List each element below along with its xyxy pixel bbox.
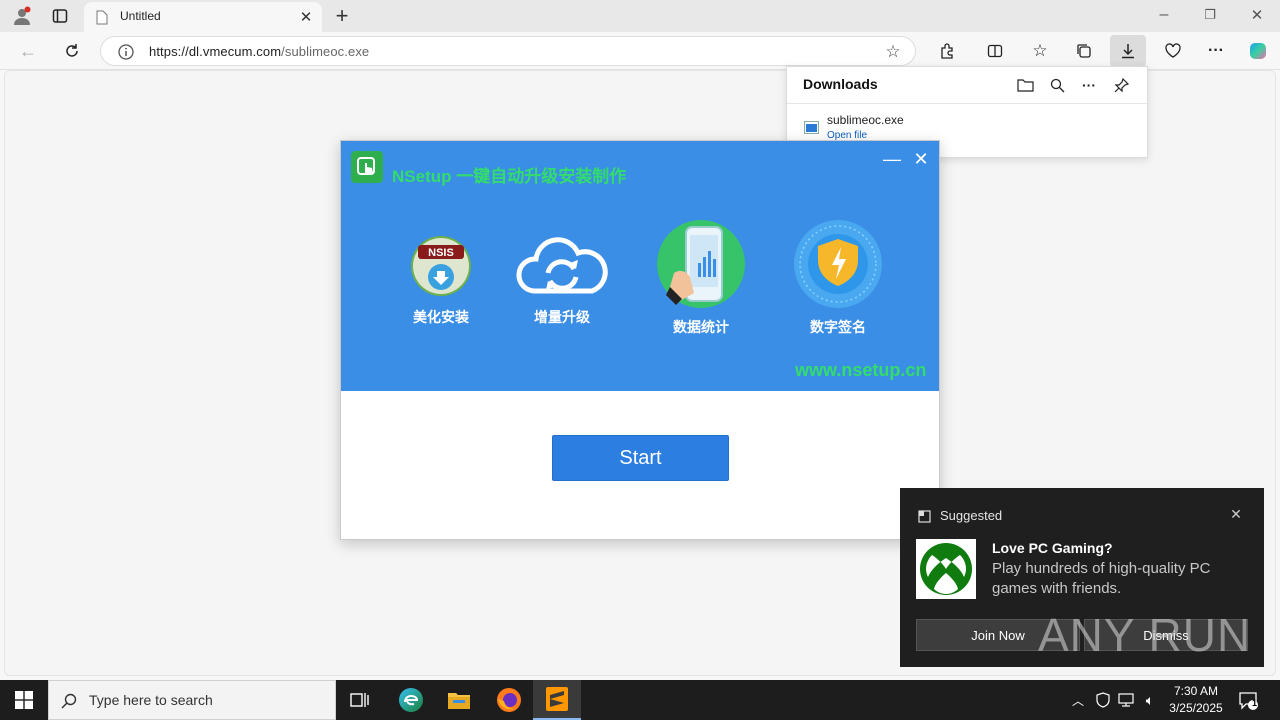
downloads-title: Downloads bbox=[803, 76, 878, 92]
suggested-icon bbox=[916, 508, 932, 524]
restore-window-icon[interactable]: ❐ bbox=[1198, 2, 1222, 28]
task-view-icon[interactable] bbox=[336, 680, 384, 720]
browser-toolbar: ← https://dl.vmecum.com/sublimeoc.exe ☆ … bbox=[0, 32, 1280, 70]
open-folder-icon[interactable] bbox=[1013, 73, 1037, 97]
security-tray-icon[interactable] bbox=[1093, 690, 1113, 710]
refresh-icon[interactable] bbox=[56, 37, 88, 65]
close-tab-icon[interactable]: ✕ bbox=[296, 8, 316, 26]
notification-body: Play hundreds of high-quality PC games w… bbox=[992, 560, 1211, 597]
downloads-separator bbox=[787, 103, 1147, 104]
windows-start-icon[interactable] bbox=[0, 680, 48, 720]
pin-icon[interactable] bbox=[1109, 73, 1133, 97]
profile-icon[interactable] bbox=[8, 4, 36, 28]
anyrun-watermark: ANY RUN bbox=[1038, 608, 1251, 662]
action-center-icon[interactable]: 1 bbox=[1236, 688, 1260, 712]
nsetup-close-icon[interactable]: ✕ bbox=[909, 147, 933, 171]
address-path: /sublimeoc.exe bbox=[281, 44, 370, 59]
feature-label-upgrade: 增量升级 bbox=[534, 309, 590, 325]
tab-actions-icon[interactable] bbox=[46, 4, 74, 28]
extensions-icon[interactable] bbox=[931, 37, 963, 65]
nsis-icon: NSIS bbox=[386, 233, 496, 299]
copilot-icon[interactable] bbox=[1242, 37, 1274, 65]
file-explorer-icon[interactable] bbox=[435, 680, 483, 720]
downloads-icon[interactable] bbox=[1110, 35, 1146, 67]
feature-label-statistics: 数据统计 bbox=[673, 319, 729, 335]
nsetup-title: NSetup 一键自动升级安装制作 bbox=[392, 167, 627, 186]
browser-essentials-icon[interactable] bbox=[1157, 37, 1189, 65]
notification-headline: Love PC Gaming? bbox=[992, 540, 1113, 556]
start-button[interactable]: Start bbox=[552, 435, 729, 481]
volume-icon[interactable]: 🔈︎ bbox=[1140, 690, 1160, 710]
xbox-logo-icon bbox=[916, 539, 976, 599]
search-downloads-icon[interactable] bbox=[1045, 73, 1069, 97]
clock-date: 3/25/2025 bbox=[1169, 701, 1223, 715]
taskbar: Type here to search ︿ 🔈︎ 7:30 AM 3/25/20… bbox=[0, 680, 1280, 720]
feature-data-statistics: 数据统计 bbox=[646, 219, 756, 337]
firefox-icon[interactable] bbox=[485, 680, 533, 720]
taskbar-search-box[interactable]: Type here to search bbox=[48, 680, 336, 720]
nsetup-header: NSetup 一键自动升级安装制作 — ✕ NSIS 美化安装 增量升级 数据统… bbox=[341, 141, 939, 391]
edge-taskbar-icon[interactable] bbox=[387, 680, 435, 720]
download-file-name[interactable]: sublimeoc.exe bbox=[827, 113, 904, 127]
split-screen-icon[interactable] bbox=[979, 37, 1011, 65]
notification-close-icon[interactable]: ✕ bbox=[1226, 504, 1246, 524]
collections-icon[interactable] bbox=[1068, 37, 1100, 65]
show-hidden-icons-icon[interactable]: ︿ bbox=[1068, 690, 1088, 710]
nsetup-logo-icon bbox=[351, 151, 383, 183]
watermark-text: ANY RUN bbox=[1038, 609, 1252, 661]
exe-file-icon bbox=[803, 119, 819, 135]
notification-category: Suggested bbox=[940, 508, 1003, 523]
address-bar[interactable]: https://dl.vmecum.com/sublimeoc.exe ☆ bbox=[100, 36, 916, 66]
shield-lightning-icon bbox=[783, 219, 893, 309]
feature-label-signature: 数字签名 bbox=[810, 319, 866, 335]
feature-digital-signature: 数字签名 bbox=[783, 219, 893, 337]
new-tab-icon[interactable]: + bbox=[330, 3, 354, 29]
feature-label-beautify: 美化安装 bbox=[413, 309, 469, 325]
site-info-icon[interactable] bbox=[117, 43, 135, 61]
network-icon[interactable] bbox=[1116, 690, 1136, 710]
notification-count-badge: 1 bbox=[1252, 698, 1258, 708]
more-menu-icon[interactable]: ··· bbox=[1200, 37, 1232, 65]
tab-bar: Untitled ✕ + – ❐ ✕ bbox=[0, 0, 1280, 32]
nsetup-url[interactable]: www.nsetup.cn bbox=[795, 360, 926, 381]
address-domain: https://dl.vmecum.com bbox=[149, 44, 282, 59]
phone-chart-icon bbox=[646, 219, 756, 309]
cloud-sync-icon bbox=[507, 233, 617, 299]
page-icon bbox=[94, 9, 110, 25]
sublime-taskbar-icon[interactable] bbox=[533, 680, 581, 720]
nsetup-window: NSetup 一键自动升级安装制作 — ✕ NSIS 美化安装 增量升级 数据统… bbox=[340, 140, 940, 540]
favorite-star-icon[interactable]: ☆ bbox=[883, 42, 903, 62]
svg-text:NSIS: NSIS bbox=[428, 247, 454, 259]
clock-time: 7:30 AM bbox=[1173, 684, 1219, 698]
favorites-icon[interactable]: ☆ bbox=[1024, 37, 1056, 65]
feature-beautify-install: NSIS 美化安装 bbox=[386, 233, 496, 327]
taskbar-search-placeholder: Type here to search bbox=[89, 692, 213, 708]
minimize-window-icon[interactable]: – bbox=[1152, 2, 1176, 28]
nsetup-minimize-icon[interactable]: — bbox=[880, 147, 904, 171]
address-text: https://dl.vmecum.com/sublimeoc.exe bbox=[149, 44, 369, 59]
downloads-more-icon[interactable]: ··· bbox=[1077, 73, 1101, 97]
feature-incremental-upgrade: 增量升级 bbox=[507, 233, 617, 327]
taskbar-clock[interactable]: 7:30 AM 3/25/2025 bbox=[1160, 683, 1232, 717]
tab-untitled[interactable]: Untitled ✕ bbox=[84, 2, 322, 32]
close-window-icon[interactable]: ✕ bbox=[1245, 2, 1269, 28]
taskbar-search-icon bbox=[59, 691, 79, 711]
tab-title: Untitled bbox=[120, 9, 161, 23]
back-icon[interactable]: ← bbox=[12, 37, 44, 65]
